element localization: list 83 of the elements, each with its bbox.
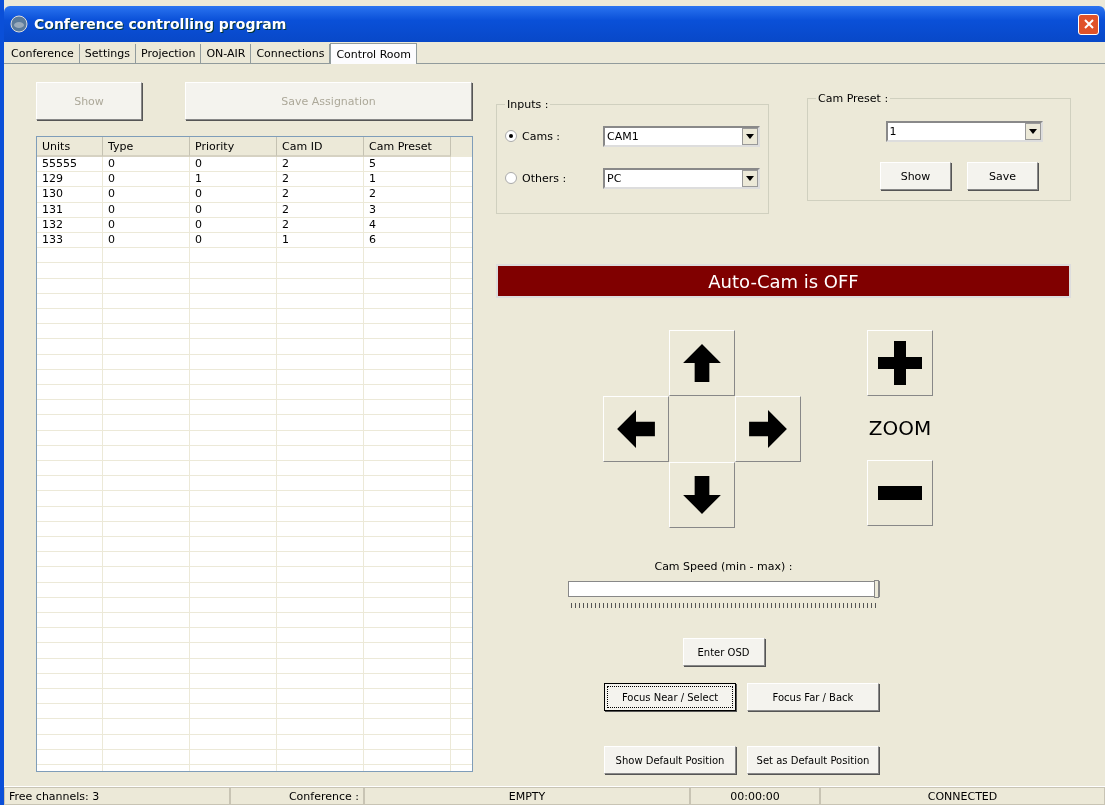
table-cell-text: 0 bbox=[107, 187, 116, 203]
table-cell-text: 5 bbox=[368, 157, 377, 172]
button[interactable]: Focus Near / Select bbox=[604, 683, 736, 711]
table-cell-text: 0 bbox=[107, 172, 116, 188]
caret-icon bbox=[1028, 129, 1037, 134]
table-cell-text: 6 bbox=[368, 232, 377, 248]
dropdown[interactable]: CAM1 bbox=[603, 125, 760, 147]
table-cell-text: 1 bbox=[281, 232, 290, 248]
table-cell-text: 0 bbox=[194, 187, 203, 203]
table-cell-text: 2 bbox=[281, 217, 290, 233]
caret-icon bbox=[746, 175, 754, 181]
close-button[interactable] bbox=[1078, 13, 1099, 35]
column-header[interactable]: Priority bbox=[190, 137, 277, 157]
auto-cam-status-bar: Auto-Cam is OFF bbox=[496, 264, 1071, 298]
button[interactable]: Show bbox=[880, 162, 951, 190]
dropdown[interactable]: PC bbox=[603, 167, 760, 189]
pan-up-button[interactable] bbox=[669, 330, 735, 396]
pan-right-button[interactable] bbox=[735, 396, 801, 462]
button[interactable]: Save bbox=[967, 162, 1038, 190]
table-cell-text: 131 bbox=[41, 202, 64, 218]
column-header[interactable]: Cam Preset bbox=[364, 137, 451, 157]
radio-label: Cams : bbox=[522, 129, 561, 143]
table-cell-text: 0 bbox=[107, 232, 116, 248]
app-globe-icon bbox=[10, 15, 28, 33]
table-cell-text: 4 bbox=[368, 217, 377, 233]
radio-button[interactable] bbox=[505, 130, 517, 142]
table-cell-text: 0 bbox=[194, 157, 203, 172]
table-cell-text: 0 bbox=[107, 202, 116, 218]
zoom-in-button[interactable] bbox=[867, 330, 933, 396]
table-cell-text: 2 bbox=[281, 172, 290, 188]
caret-icon bbox=[746, 133, 754, 139]
button[interactable]: Enter OSD bbox=[682, 638, 765, 666]
status-conference-label: Conference : bbox=[230, 787, 364, 805]
table-cell-text: 0 bbox=[194, 217, 203, 233]
status-free-channels: Free channels: 3 bbox=[4, 787, 230, 805]
window-title: Conference controlling program bbox=[34, 16, 288, 32]
column-header[interactable]: Cam ID bbox=[277, 137, 364, 157]
tab[interactable]: Control Room bbox=[330, 43, 417, 64]
cam-speed-label: Cam Speed (min - max) : bbox=[654, 560, 793, 573]
group-title: Cam Preset : bbox=[817, 92, 890, 105]
table-cell-text: 2 bbox=[281, 157, 290, 172]
radio-option[interactable]: Others : bbox=[505, 171, 603, 185]
zoom-out-button[interactable] bbox=[867, 460, 933, 526]
table-cell-text: 1 bbox=[194, 172, 203, 188]
plus-icon bbox=[878, 341, 922, 385]
column-header[interactable]: Units bbox=[37, 137, 103, 157]
button[interactable]: Set as Default Position bbox=[747, 746, 879, 774]
table-cell-text: 0 bbox=[107, 157, 116, 172]
table-cell-text: 0 bbox=[194, 202, 203, 218]
cam-speed-slider[interactable] bbox=[567, 581, 880, 597]
arrow-down-icon bbox=[681, 474, 723, 516]
table-cell-text: 2 bbox=[281, 202, 290, 218]
close-icon bbox=[1082, 18, 1095, 30]
table-cell-text: 3 bbox=[368, 202, 377, 218]
pan-left-button[interactable] bbox=[603, 396, 669, 462]
arrow-up-icon bbox=[681, 342, 723, 384]
table-cell-text: 129 bbox=[41, 172, 64, 188]
arrow-right-icon bbox=[747, 408, 789, 450]
dropdown[interactable]: 1 bbox=[885, 121, 1043, 142]
table-cell-text: 1 bbox=[368, 172, 377, 188]
minus-icon bbox=[878, 486, 922, 500]
table-cell-text: 133 bbox=[41, 232, 64, 248]
column-header[interactable]: Type bbox=[103, 137, 190, 157]
arrow-left-icon bbox=[615, 408, 657, 450]
table-cell-text: 0 bbox=[107, 217, 116, 233]
pan-down-button[interactable] bbox=[669, 462, 735, 528]
button[interactable]: Focus Far / Back bbox=[747, 683, 879, 711]
table-cell-text: 2 bbox=[368, 187, 377, 203]
table-cell-text: 0 bbox=[194, 232, 203, 248]
status-connection: CONNECTED bbox=[820, 787, 1105, 805]
table-cell-text: 130 bbox=[41, 187, 64, 203]
table-cell-text: 132 bbox=[41, 217, 64, 233]
status-conference-value: EMPTY bbox=[364, 787, 690, 805]
table-cell-text: 2 bbox=[281, 187, 290, 203]
status-time: 00:00:00 bbox=[690, 787, 820, 805]
button[interactable]: Show Default Position bbox=[604, 746, 736, 774]
radio-label: Others : bbox=[522, 171, 567, 185]
group-title: Inputs : bbox=[506, 98, 550, 111]
table-cell-text: 55555 bbox=[41, 157, 78, 172]
radio-option[interactable]: Cams : bbox=[505, 129, 603, 143]
zoom-label: ZOOM bbox=[868, 415, 932, 442]
slider-thumb[interactable] bbox=[873, 580, 879, 598]
radio-button[interactable] bbox=[505, 172, 517, 184]
